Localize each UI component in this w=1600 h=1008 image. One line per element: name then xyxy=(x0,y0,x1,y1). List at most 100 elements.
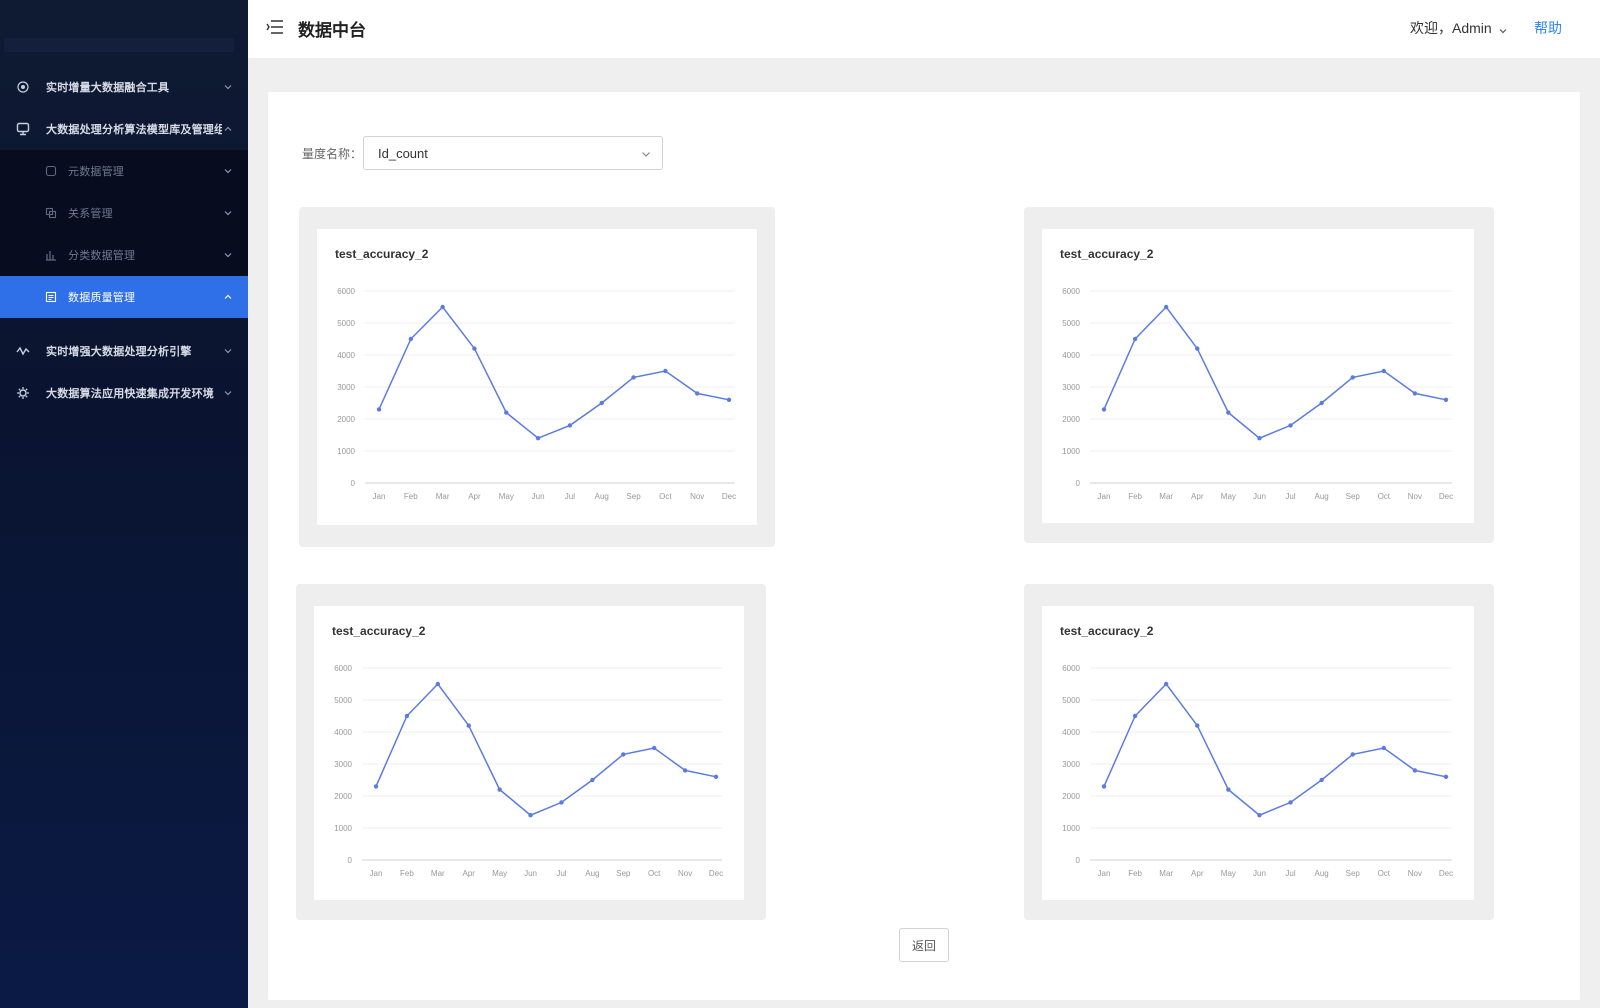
y-tick-label: 3000 xyxy=(337,383,355,392)
y-tick-label: 0 xyxy=(348,856,353,865)
y-tick-label: 0 xyxy=(1076,856,1081,865)
data-point xyxy=(528,813,533,818)
y-tick-label: 1000 xyxy=(337,447,355,456)
data-point xyxy=(663,368,668,374)
sidebar-logo xyxy=(4,38,234,52)
x-tick-label: Feb xyxy=(400,869,414,878)
data-point xyxy=(1443,397,1449,402)
sidebar-subitem-metadata[interactable]: 元数据管理 xyxy=(0,150,248,192)
chevron-down-icon xyxy=(640,148,652,160)
data-point xyxy=(1163,304,1169,310)
sidebar-subitem-quality[interactable]: 数据质量管理 xyxy=(0,276,248,318)
y-tick-label: 5000 xyxy=(334,696,352,705)
data-point xyxy=(1350,752,1355,757)
data-point xyxy=(1319,777,1324,783)
sidebar-item-fusion-tool[interactable]: 实时增量大数据融合工具 xyxy=(0,66,248,108)
x-tick-label: Jan xyxy=(1098,492,1111,501)
data-point xyxy=(1132,713,1138,719)
sidebar-item-dev-env[interactable]: 大数据算法应用快速集成开发环境 xyxy=(0,372,248,414)
data-point xyxy=(472,346,477,351)
back-button[interactable]: 返回 xyxy=(899,928,949,962)
x-tick-label: Apr xyxy=(463,869,476,878)
x-tick-label: Mar xyxy=(431,869,445,878)
data-point xyxy=(1288,800,1293,805)
metric-select[interactable]: Id_count xyxy=(363,136,663,170)
x-tick-label: Apr xyxy=(1191,492,1204,501)
sidebar-subitem-category[interactable]: 分类数据管理 xyxy=(0,234,248,276)
chart-card: test_accuracy_2 0 1000 2000 3000 4000 5000 600… xyxy=(299,207,775,547)
data-point xyxy=(1163,681,1169,687)
data-point xyxy=(1257,813,1262,818)
x-tick-label: Jan xyxy=(1098,869,1111,878)
data-point xyxy=(1132,336,1138,342)
data-point xyxy=(694,391,700,396)
y-tick-label: 3000 xyxy=(1062,383,1080,392)
data-point xyxy=(651,745,657,751)
x-tick-label: Nov xyxy=(690,492,704,501)
x-tick-label: Sep xyxy=(626,492,641,501)
y-tick-label: 5000 xyxy=(1062,696,1080,705)
y-tick-label: 2000 xyxy=(337,415,355,424)
chart-panel: test_accuracy_2 0 1000 2000 3000 4000 5000 600… xyxy=(1042,229,1474,523)
x-tick-label: Aug xyxy=(1315,869,1329,878)
sidebar-item-label: 数据质量管理 xyxy=(68,292,136,304)
x-tick-label: Nov xyxy=(1408,492,1422,501)
data-point xyxy=(1288,423,1293,428)
x-tick-label: Jun xyxy=(524,869,537,878)
data-point xyxy=(1226,410,1231,415)
app-title: 数据中台 xyxy=(298,21,366,40)
x-tick-label: Apr xyxy=(468,492,481,501)
data-point xyxy=(466,723,471,728)
chevron-down-icon xyxy=(222,387,234,399)
data-point xyxy=(1257,436,1262,441)
y-tick-label: 2000 xyxy=(1062,415,1080,424)
x-tick-label: Oct xyxy=(659,492,672,501)
data-point xyxy=(1381,368,1387,374)
x-tick-label: Sep xyxy=(616,869,631,878)
x-tick-label: May xyxy=(499,492,514,501)
copy-icon xyxy=(44,206,58,220)
bar-chart-icon xyxy=(44,248,58,262)
x-tick-label: Nov xyxy=(678,869,692,878)
data-point xyxy=(567,423,573,428)
user-menu[interactable]: 欢迎，Admin xyxy=(1410,18,1508,38)
data-point xyxy=(726,397,732,402)
data-point xyxy=(497,787,502,792)
sidebar-subitem-relation[interactable]: 关系管理 xyxy=(0,192,248,234)
sidebar-item-label: 实时增强大数据处理分析引擎 xyxy=(46,346,192,358)
x-tick-label: Dec xyxy=(722,492,736,501)
x-tick-label: Jul xyxy=(565,492,575,501)
x-tick-label: May xyxy=(1221,869,1236,878)
line-chart: 0 1000 2000 3000 4000 5000 6000 Jan Feb Mar Apr May… xyxy=(1062,287,1453,501)
help-link[interactable]: 帮助 xyxy=(1534,18,1562,38)
x-tick-label: Aug xyxy=(1315,492,1329,501)
data-point xyxy=(713,774,719,779)
data-point xyxy=(682,768,688,773)
x-tick-label: Oct xyxy=(648,869,661,878)
x-tick-label: Sep xyxy=(1346,869,1361,878)
x-tick-label: Jan xyxy=(373,492,386,501)
data-point xyxy=(373,784,379,789)
data-point xyxy=(631,375,636,380)
y-tick-label: 2000 xyxy=(1062,792,1080,801)
y-tick-label: 5000 xyxy=(1062,319,1080,328)
data-point xyxy=(440,304,445,310)
menu-toggle-icon[interactable] xyxy=(266,18,284,36)
x-tick-label: Jul xyxy=(1285,492,1295,501)
chevron-down-icon xyxy=(222,165,234,177)
chevron-down-icon xyxy=(222,345,234,357)
x-tick-label: Jun xyxy=(532,492,545,501)
pulse-icon xyxy=(16,344,30,358)
x-tick-label: Mar xyxy=(1159,492,1173,501)
metric-name-label: 量度名称： xyxy=(302,147,363,161)
metric-select-value: Id_count xyxy=(378,145,428,161)
sidebar-item-model-library[interactable]: 大数据处理分析算法模型库及管理组件 xyxy=(0,108,248,150)
y-tick-label: 6000 xyxy=(1062,664,1080,673)
sidebar-item-engine[interactable]: 实时增强大数据处理分析引擎 xyxy=(0,330,248,372)
sidebar-item-label: 大数据算法应用快速集成开发环境 xyxy=(46,388,214,400)
data-point xyxy=(408,336,414,342)
data-point xyxy=(1443,774,1449,779)
x-tick-label: Feb xyxy=(1128,492,1142,501)
data-point xyxy=(590,777,595,783)
x-tick-label: Dec xyxy=(1439,869,1453,878)
